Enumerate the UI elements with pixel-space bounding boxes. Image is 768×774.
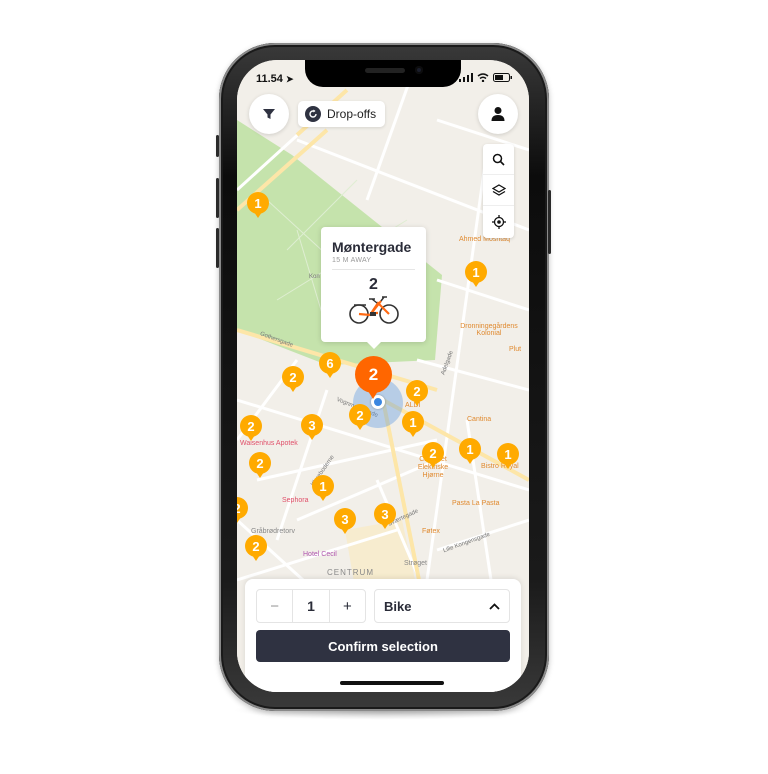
poi-label: Sephora — [282, 497, 309, 504]
filter-icon — [263, 109, 275, 119]
search-icon — [492, 153, 505, 166]
filter-button[interactable] — [249, 94, 289, 134]
battery-icon — [493, 73, 512, 82]
quantity-value[interactable]: 1 — [293, 590, 330, 622]
power-button — [548, 190, 551, 254]
refresh-icon — [305, 106, 321, 122]
poi-label: Føtex — [422, 528, 440, 535]
locate-button[interactable] — [483, 206, 514, 237]
bike-cluster-marker[interactable]: 1 — [402, 411, 424, 437]
vehicle-type-value: Bike — [384, 598, 412, 614]
selected-bike-marker[interactable]: 2 — [355, 356, 392, 399]
home-indicator[interactable] — [340, 681, 444, 685]
bike-cluster-marker[interactable]: 1 — [465, 261, 487, 287]
poi-label: Gråbrødretorv — [251, 528, 295, 535]
signal-icon — [459, 73, 473, 82]
dropoffs-toggle[interactable]: Drop-offs — [298, 101, 386, 127]
map-tools — [483, 144, 514, 238]
poi-label: Plut — [509, 346, 522, 353]
selection-sheet: − 1 + Bike Confirm selection — [245, 579, 521, 692]
bike-cluster-marker[interactable]: 2 — [249, 452, 271, 478]
available-bikes-count: 2 — [369, 276, 378, 293]
station-name: Møntergade — [332, 239, 412, 255]
user-icon — [491, 107, 505, 121]
station-popup[interactable]: Møntergade 15 M AWAY 2 — [321, 227, 426, 349]
poi-label: Pasta La Pasta — [452, 500, 500, 507]
bike-cluster-marker[interactable]: 1 — [459, 438, 481, 464]
dropoffs-label: Drop-offs — [327, 107, 377, 121]
device-mockup: Gothersgade Vognmagergade Sværtegade Lil… — [0, 0, 768, 774]
station-distance: 15 M AWAY — [332, 257, 415, 270]
bike-cluster-marker[interactable]: 3 — [301, 414, 323, 440]
poi-label: Dronningegårdens Kolonial — [460, 323, 518, 337]
status-icons — [459, 73, 513, 82]
bike-cluster-marker[interactable]: 2 — [422, 442, 444, 468]
search-button[interactable] — [483, 144, 514, 175]
app-screen: Gothersgade Vognmagergade Sværtegade Lil… — [237, 60, 529, 692]
mute-switch — [216, 135, 219, 157]
confirm-selection-button[interactable]: Confirm selection — [256, 630, 510, 662]
bike-cluster-marker[interactable]: 2 — [282, 366, 304, 392]
increment-button[interactable]: + — [330, 590, 365, 622]
park-label: Kon — [309, 274, 320, 280]
profile-button[interactable] — [478, 94, 518, 134]
bike-icon — [332, 295, 415, 325]
notch — [305, 60, 461, 87]
decrement-button[interactable]: − — [257, 590, 294, 622]
vehicle-type-select[interactable]: Bike — [374, 589, 510, 623]
wifi-icon — [477, 73, 489, 82]
quantity-stepper: − 1 + — [256, 589, 366, 623]
bike-cluster-marker[interactable]: 2 — [406, 380, 428, 406]
bike-cluster-marker[interactable]: 3 — [374, 503, 396, 529]
layers-icon — [491, 183, 506, 196]
poi-label: Strøget — [404, 560, 427, 567]
bike-cluster-marker[interactable]: 1 — [497, 443, 519, 469]
location-arrow-icon: ➤ — [285, 74, 294, 84]
locate-icon — [491, 214, 506, 229]
bike-cluster-marker[interactable]: 2 — [245, 535, 267, 561]
volume-down-button — [216, 228, 219, 268]
front-camera — [415, 66, 423, 74]
poi-label: Cantina — [467, 416, 492, 423]
poi-label: Hotel Cecil — [303, 551, 337, 558]
poi-label: Waisenhus Apotek — [240, 440, 298, 447]
chevron-up-icon — [489, 602, 500, 610]
district-label: CENTRUM — [327, 568, 374, 577]
speaker — [365, 68, 405, 73]
bike-cluster-marker[interactable]: 2 — [349, 404, 371, 430]
poi-label: Bistro Royal — [481, 463, 519, 470]
bike-cluster-marker[interactable]: 1 — [312, 475, 334, 501]
bike-cluster-marker[interactable]: 2 — [240, 415, 262, 441]
bike-cluster-marker[interactable]: 6 — [319, 352, 341, 378]
volume-up-button — [216, 178, 219, 218]
bike-cluster-marker[interactable]: 3 — [334, 508, 356, 534]
layers-button[interactable] — [483, 175, 514, 206]
status-time: 11.54 ➤ — [256, 73, 294, 85]
time-text: 11.54 — [256, 73, 283, 85]
bike-cluster-marker[interactable]: 1 — [247, 192, 269, 218]
